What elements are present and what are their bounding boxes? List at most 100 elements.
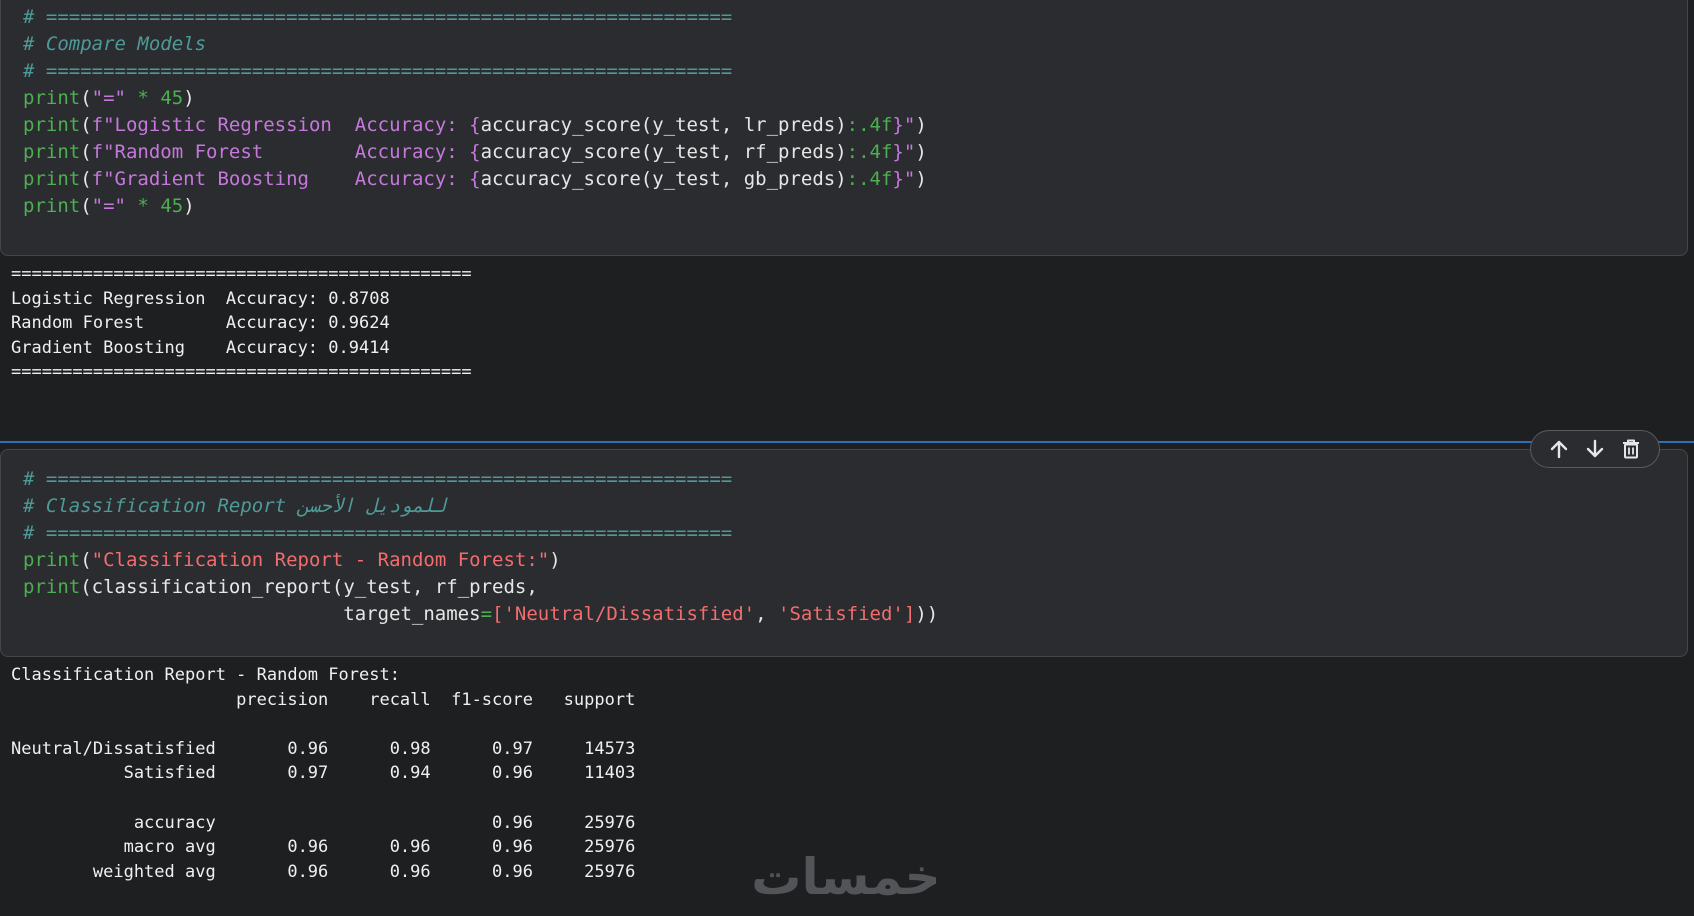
delete-cell-button[interactable] xyxy=(1616,434,1646,464)
code-token: }" xyxy=(892,168,916,190)
notebook-page: # ======================================… xyxy=(0,0,1694,916)
arrow-up-icon xyxy=(1550,440,1568,459)
code-token: ) xyxy=(183,195,195,217)
output-line: Random Forest Accuracy: 0.9624 xyxy=(11,313,390,334)
code-token: ) xyxy=(915,141,927,163)
code-token: print xyxy=(23,549,81,571)
code-token: :.4f xyxy=(846,168,893,190)
code-line: # Compare Models xyxy=(23,31,927,58)
output-line: Satisfied 0.97 0.94 0.96 11403 xyxy=(11,763,636,784)
code-editor[interactable]: # ======================================… xyxy=(23,466,938,628)
code-token: f"Random Forest Accuracy: xyxy=(91,141,470,163)
code-token: "=" xyxy=(91,195,126,217)
output-line: Neutral/Dissatisfied 0.96 0.98 0.97 1457… xyxy=(11,738,636,759)
code-token: ] xyxy=(903,603,916,625)
code-line: print("=" * 45) xyxy=(23,193,927,220)
code-line: print("=" * 45) xyxy=(23,85,927,112)
code-token: classification_report(y_test, rf_preds, xyxy=(91,576,538,598)
code-cell-classification-report[interactable]: # ======================================… xyxy=(0,449,1688,657)
code-token: accuracy_score(y_test, lr_preds) xyxy=(480,114,847,136)
code-token: print xyxy=(23,168,81,190)
code-token: print xyxy=(23,576,81,598)
code-token: accuracy_score(y_test, rf_preds) xyxy=(480,141,847,163)
code-token: }" xyxy=(892,114,916,136)
code-token: target_names xyxy=(23,603,481,625)
code-token: 'Neutral/Dissatisfied' xyxy=(503,603,756,625)
code-token: ( xyxy=(80,549,92,571)
code-token: accuracy_score(y_test, gb_preds) xyxy=(480,168,847,190)
code-token: 45 xyxy=(160,195,184,217)
code-token: # ======================================… xyxy=(23,468,733,490)
code-line: # ======================================… xyxy=(23,4,927,31)
move-cell-down-button[interactable] xyxy=(1580,434,1610,464)
code-token: ( xyxy=(80,141,92,163)
code-token: [ xyxy=(492,603,504,625)
code-token: )) xyxy=(915,603,939,625)
code-token: }" xyxy=(892,141,916,163)
code-token: ) xyxy=(915,168,927,190)
code-token: :.4f xyxy=(846,141,893,163)
code-token: 'Satisfied' xyxy=(778,603,904,625)
code-token: { xyxy=(469,141,481,163)
code-line: print(f"Random Forest Accuracy: {accurac… xyxy=(23,139,927,166)
output-line: ========================================… xyxy=(11,264,472,284)
code-token: # Compare Models xyxy=(23,33,207,55)
code-token: ( xyxy=(80,168,92,190)
code-token: f"Gradient Boosting Accuracy: xyxy=(91,168,470,190)
code-editor[interactable]: # ======================================… xyxy=(23,4,927,220)
code-cell-compare-models[interactable]: # ======================================… xyxy=(0,0,1688,256)
code-token: print xyxy=(23,87,81,109)
code-token: { xyxy=(469,168,481,190)
code-line: print(classification_report(y_test, rf_p… xyxy=(23,574,938,601)
code-line: # ======================================… xyxy=(23,520,938,547)
move-cell-up-button[interactable] xyxy=(1544,434,1574,464)
code-line: target_names=['Neutral/Dissatisfied', 'S… xyxy=(23,601,938,628)
trash-icon xyxy=(1623,439,1639,459)
code-line: print("Classification Report - Random Fo… xyxy=(23,547,938,574)
output-line: Gradient Boosting Accuracy: 0.9414 xyxy=(11,337,390,358)
code-token: * xyxy=(125,87,161,109)
arrow-down-icon xyxy=(1586,439,1604,458)
code-token: * xyxy=(125,195,161,217)
code-token: f"Logistic Regression Accuracy: xyxy=(91,114,470,136)
output-line: Classification Report - Random Forest: xyxy=(11,665,400,685)
active-cell-indicator xyxy=(0,441,1694,443)
code-token: ( xyxy=(80,576,92,598)
code-token: { xyxy=(469,114,481,136)
code-token: ) xyxy=(183,87,195,109)
code-token: ) xyxy=(915,114,927,136)
code-token: print xyxy=(23,141,81,163)
svg-text:خمسات: خمسات xyxy=(751,848,940,906)
code-line: print(f"Logistic Regression Accuracy: {a… xyxy=(23,112,927,139)
code-token: "Classification Report - Random Forest:" xyxy=(91,549,550,571)
code-token: ) xyxy=(549,549,561,571)
code-token: # ======================================… xyxy=(23,60,733,82)
output-line: weighted avg 0.96 0.96 0.96 25976 xyxy=(11,861,636,882)
cell-output: ========================================… xyxy=(11,262,472,385)
output-line: Logistic Regression Accuracy: 0.8708 xyxy=(11,288,390,309)
code-line: print(f"Gradient Boosting Accuracy: {acc… xyxy=(23,166,927,193)
code-token: print xyxy=(23,195,81,217)
code-token: # Classification Report للموديل الأحسن xyxy=(23,495,447,517)
cell-toolbar xyxy=(1530,430,1660,468)
output-line: macro avg 0.96 0.96 0.96 25976 xyxy=(11,837,636,858)
cell-output: Classification Report - Random Forest: p… xyxy=(11,663,635,884)
code-line: # ======================================… xyxy=(23,466,938,493)
code-token: = xyxy=(480,603,493,625)
khamsat-watermark-logo: خمسات xyxy=(751,848,940,906)
code-token: ( xyxy=(80,114,92,136)
code-line: # ======================================… xyxy=(23,58,927,85)
output-line: precision recall f1-score support xyxy=(11,689,636,710)
output-line: ========================================… xyxy=(11,362,472,383)
code-token: :.4f xyxy=(846,114,893,136)
output-line: accuracy 0.96 25976 xyxy=(11,812,636,833)
code-token: print xyxy=(23,114,81,136)
code-line: # Classification Report للموديل الأحسن xyxy=(23,493,938,520)
code-token: ( xyxy=(80,195,92,217)
code-token: 45 xyxy=(160,87,184,109)
code-token: # ======================================… xyxy=(23,522,733,544)
code-token: "=" xyxy=(91,87,126,109)
code-token: ( xyxy=(80,87,92,109)
